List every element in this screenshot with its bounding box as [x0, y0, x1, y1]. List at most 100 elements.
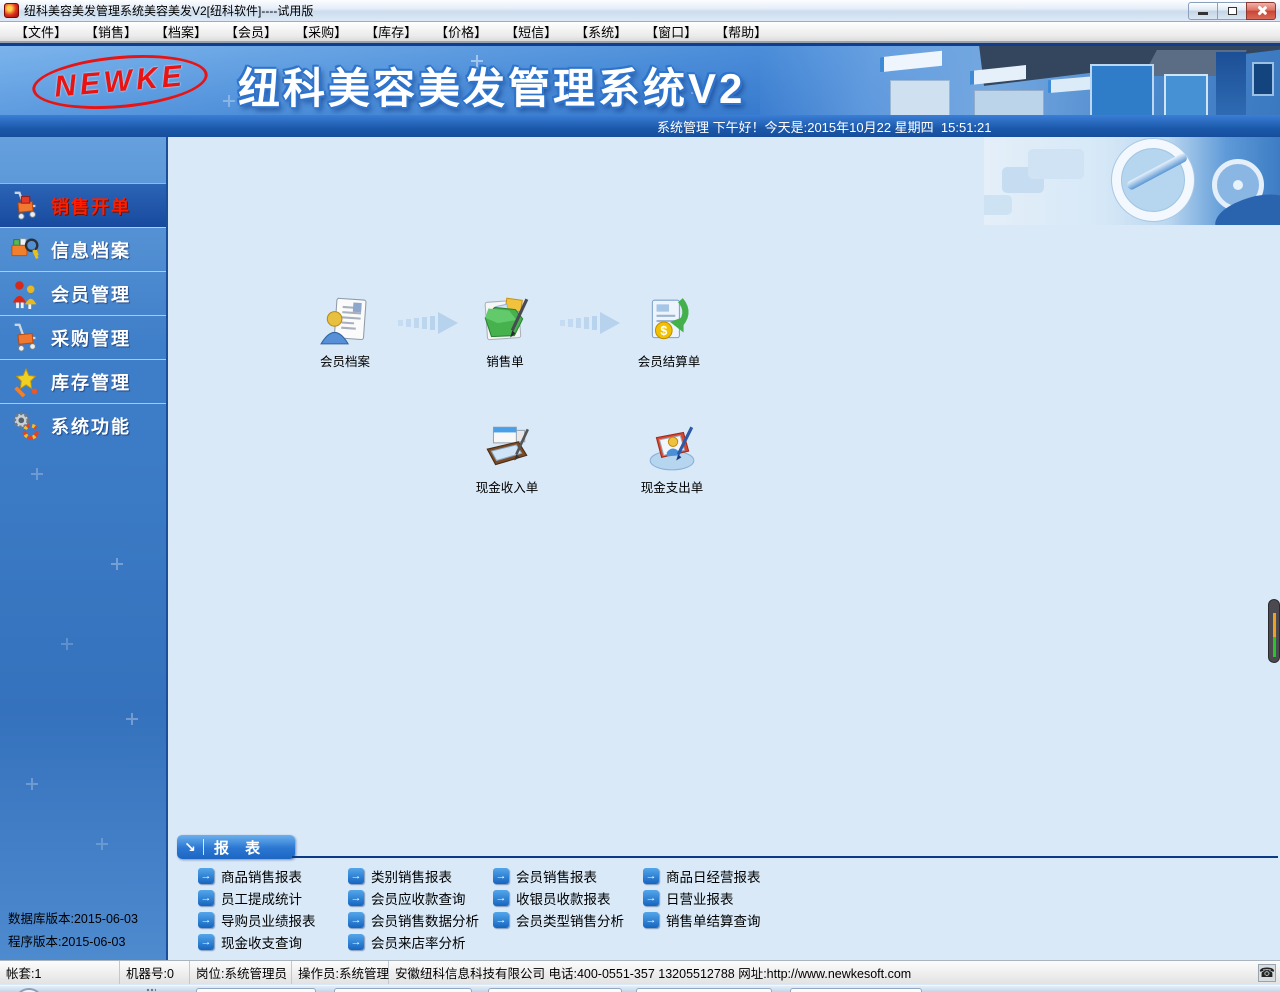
report-link-label: 会员销售数据分析	[371, 910, 479, 930]
photo-shape	[1090, 64, 1154, 115]
flow-arrow-icon	[560, 309, 622, 337]
window-controls	[1188, 2, 1276, 20]
report-link[interactable]: → 会员销售数据分析	[348, 909, 479, 931]
minimize-button[interactable]	[1188, 2, 1218, 20]
report-link[interactable]: → 会员应收款查询	[348, 887, 479, 909]
report-link-label: 收银员收款报表	[516, 888, 611, 908]
report-link[interactable]: → 现金收支查询	[198, 931, 316, 953]
reports-column-4: → 商品日经营报表 → 日营业报表 → 销售单结算查询	[643, 865, 761, 931]
photo-shape	[1216, 52, 1246, 115]
report-link[interactable]: → 日营业报表	[643, 887, 761, 909]
taskbar-button[interactable]	[196, 988, 316, 992]
sidebar-item-system-functions[interactable]: 系统功能	[0, 403, 166, 447]
status-company: 安徽纽科信息科技有限公司 电话:400-0551-357 13205512788…	[389, 961, 1258, 984]
shortcut-label: 销售单	[459, 351, 551, 370]
menu-file[interactable]: 【文件】	[6, 21, 76, 42]
grip-icon	[146, 988, 156, 992]
menu-inventory[interactable]: 【库存】	[356, 21, 426, 42]
report-link[interactable]: → 会员销售报表	[493, 865, 624, 887]
menu-archive[interactable]: 【档案】	[146, 21, 216, 42]
greeting-strip: 系统管理 下午好！今天是:2015年10月22 星期四 15:51:21	[0, 115, 1280, 137]
report-link[interactable]: → 类别销售报表	[348, 865, 479, 887]
report-link-label: 导购员业绩报表	[221, 910, 316, 930]
menu-sms[interactable]: 【短信】	[496, 21, 566, 42]
sidebar-item-label: 销售开单	[51, 193, 131, 219]
header-photo	[760, 46, 1280, 115]
shortcut-sales-slip[interactable]: 销售单	[459, 295, 551, 370]
report-link-label: 商品日经营报表	[666, 866, 761, 886]
report-link[interactable]: → 商品销售报表	[198, 865, 316, 887]
report-link[interactable]: → 商品日经营报表	[643, 865, 761, 887]
version-info: 数据库版本:2015-06-03 程序版本:2015-06-03	[8, 908, 138, 954]
edge-indicator-widget[interactable]	[1268, 599, 1280, 663]
taskbar-button[interactable]	[790, 988, 922, 992]
sidebar-item-label: 采购管理	[51, 325, 131, 351]
sidebar-item-label: 库存管理	[51, 369, 131, 395]
page-title: 纽科美容美发管理系统V2	[238, 55, 745, 115]
decor-banner	[984, 137, 1280, 225]
sparkle	[222, 94, 236, 108]
shortcut-member-file[interactable]: 会员档案	[299, 295, 391, 370]
arrow-icon: →	[198, 890, 214, 906]
arrow-icon: →	[493, 868, 509, 884]
menu-help[interactable]: 【帮助】	[706, 21, 776, 42]
status-machine: 机器号:0	[120, 961, 190, 984]
shortcut-cash-receipt[interactable]: 现金收入单	[461, 421, 553, 496]
sidebar-item-purchase-mgmt[interactable]: 采购管理	[0, 315, 166, 359]
report-link-label: 会员销售报表	[516, 866, 597, 886]
globe-icon[interactable]	[16, 988, 42, 992]
app-icon	[4, 3, 19, 18]
status-account: 帐套:1	[0, 961, 120, 984]
close-button[interactable]	[1246, 2, 1276, 20]
reports-column-2: → 类别销售报表 → 会员应收款查询 → 会员销售数据分析 → 会员来店率分析	[348, 865, 479, 953]
sidebar-item-sales-billing[interactable]: 销售开单	[0, 183, 166, 227]
logo-text: NEWKE	[53, 59, 187, 104]
arrow-icon: →	[348, 912, 364, 928]
status-operator: 操作员:系统管理	[292, 961, 389, 984]
menu-member[interactable]: 【会员】	[216, 21, 286, 42]
taskbar-button-ftp[interactable]: FTP	[488, 988, 622, 992]
phone-icon[interactable]: ☎	[1258, 964, 1276, 982]
report-link[interactable]: → 销售单结算查询	[643, 909, 761, 931]
archive-key-icon	[10, 234, 42, 266]
report-link[interactable]: → 员工提成统计	[198, 887, 316, 909]
sidebar-item-inventory-mgmt[interactable]: 库存管理	[0, 359, 166, 403]
report-link[interactable]: → 导购员业绩报表	[198, 909, 316, 931]
report-link-label: 现金收支查询	[221, 932, 302, 952]
arrow-icon: →	[643, 868, 659, 884]
sidebar-item-info-archive[interactable]: 信息档案	[0, 227, 166, 271]
arrow-icon: →	[643, 912, 659, 928]
photo-shape	[890, 80, 950, 115]
sidebar-item-label: 系统功能	[51, 413, 131, 439]
shortcut-member-settlement[interactable]: $ 会员结算单	[623, 295, 715, 370]
banner-shape	[1028, 149, 1084, 179]
menu-bar: 【文件】 【销售】 【档案】 【会员】 【采购】 【库存】 【价格】 【短信】 …	[0, 22, 1280, 43]
sparkle	[95, 837, 109, 851]
sparkle	[30, 467, 44, 481]
photo-shape	[1164, 74, 1208, 115]
cash-payment-icon	[646, 421, 698, 473]
sidebar-spacer	[0, 137, 166, 183]
sidebar-item-member-mgmt[interactable]: 会员管理	[0, 271, 166, 315]
greeting-text: 系统管理 下午好！今天是:2015年10月22 星期四 15:51:21	[657, 117, 992, 136]
main-panel: 会员档案 销售单	[170, 137, 1280, 960]
minimize-icon	[1198, 12, 1208, 15]
menu-system[interactable]: 【系统】	[566, 21, 636, 42]
reports-tab[interactable]: ↘ 报 表	[177, 835, 295, 859]
taskbar-button[interactable]	[334, 988, 472, 992]
restore-button[interactable]	[1217, 2, 1247, 20]
shortcut-cash-payment[interactable]: 现金支出单	[626, 421, 718, 496]
reports-tab-label: 报 表	[214, 837, 266, 858]
shortcut-label: 会员结算单	[623, 351, 715, 370]
report-link-label: 员工提成统计	[221, 888, 302, 908]
menu-price[interactable]: 【价格】	[426, 21, 496, 42]
report-link-label: 类别销售报表	[371, 866, 452, 886]
svg-text:$: $	[660, 324, 667, 338]
menu-window[interactable]: 【窗口】	[636, 21, 706, 42]
report-link[interactable]: → 会员类型销售分析	[493, 909, 624, 931]
report-link[interactable]: → 收银员收款报表	[493, 887, 624, 909]
report-link[interactable]: → 会员来店率分析	[348, 931, 479, 953]
taskbar-button[interactable]	[636, 988, 772, 992]
menu-purchase[interactable]: 【采购】	[286, 21, 356, 42]
menu-sales[interactable]: 【销售】	[76, 21, 146, 42]
